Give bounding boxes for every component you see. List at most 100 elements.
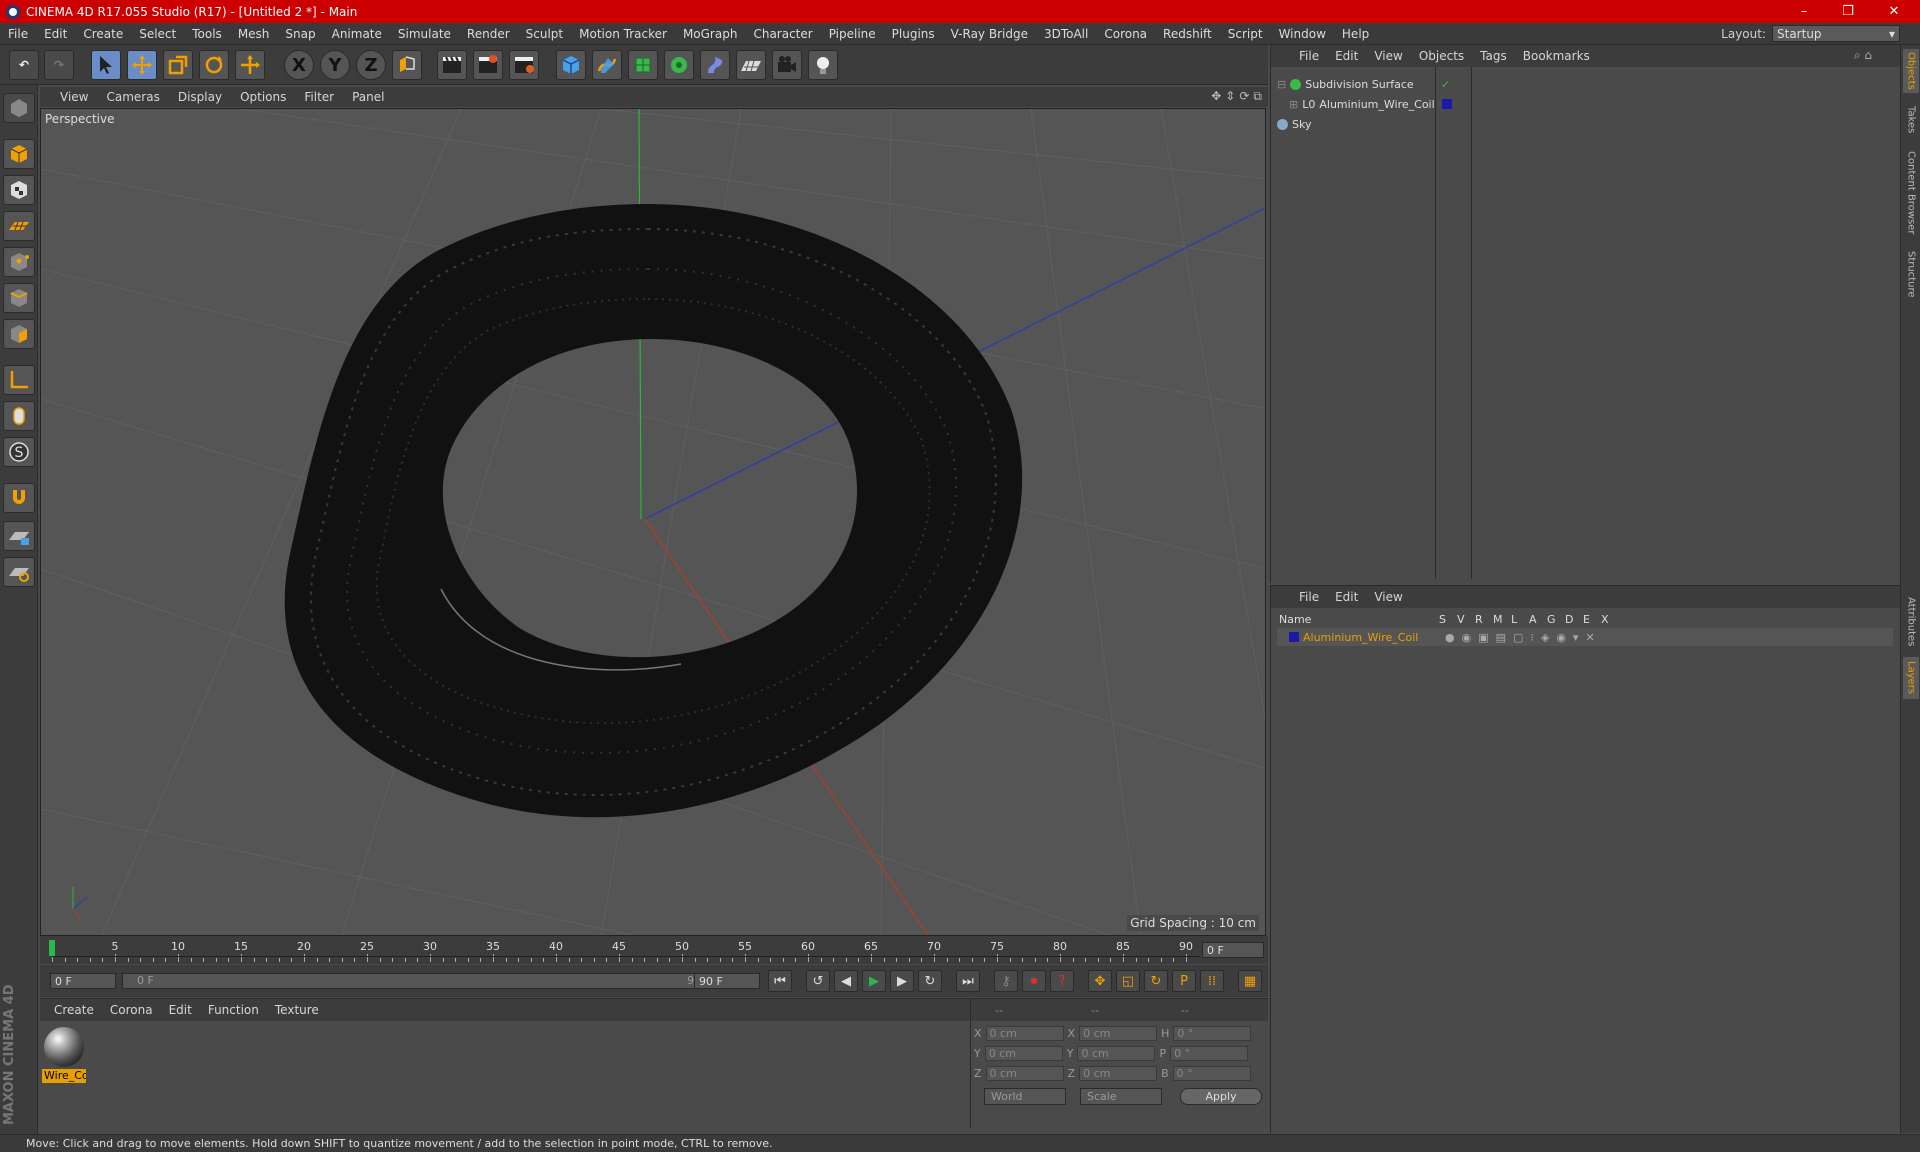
material-menu-function[interactable]: Function — [200, 1003, 267, 1017]
viewport-menu-options[interactable]: Options — [231, 90, 295, 104]
start-frame-field[interactable]: 0 F — [50, 973, 116, 989]
edges-mode-button[interactable] — [3, 283, 35, 313]
object-row[interactable]: ⊟ Subdivision Surface ✓ — [1277, 75, 1897, 93]
object-menu-file[interactable]: File — [1291, 49, 1327, 63]
play-button[interactable]: ▶ — [862, 970, 886, 992]
material-menu-texture[interactable]: Texture — [267, 1003, 327, 1017]
move-button[interactable] — [127, 50, 157, 80]
layer-color-swatch[interactable] — [1289, 632, 1299, 642]
menu-motion-tracker[interactable]: Motion Tracker — [571, 27, 675, 41]
layer-menu-view[interactable]: View — [1366, 590, 1410, 604]
go-to-end-button[interactable]: ⏭ — [956, 970, 980, 992]
tab-takes[interactable]: Takes — [1903, 103, 1919, 137]
menu-corona[interactable]: Corona — [1096, 27, 1155, 41]
next-frame-button[interactable]: ▶ — [890, 970, 914, 992]
menu-window[interactable]: Window — [1271, 27, 1334, 41]
orbit-icon[interactable]: ⟳ — [1239, 89, 1249, 104]
rotation-p-field[interactable]: 0 ° — [1170, 1045, 1249, 1061]
redo-button[interactable]: ↷ — [44, 50, 74, 80]
menu-render[interactable]: Render — [459, 27, 518, 41]
add-light-button[interactable] — [808, 50, 838, 80]
previous-key-button[interactable]: ↺ — [806, 970, 830, 992]
material-menu-create[interactable]: Create — [46, 1003, 102, 1017]
record-scale-button[interactable]: ◱ — [1116, 970, 1140, 992]
add-subdivision-button[interactable] — [628, 50, 658, 80]
3d-viewport[interactable]: Perspective Grid Spacing : 10 cm — [40, 108, 1266, 936]
workplane-mode-button[interactable] — [3, 211, 35, 241]
record-parameter-button[interactable]: P — [1172, 970, 1196, 992]
object-menu-tags[interactable]: Tags — [1472, 49, 1515, 63]
texture-mode-button[interactable] — [3, 175, 35, 205]
autokey-button[interactable]: ? — [1050, 970, 1074, 992]
render-picture-viewer-button[interactable] — [473, 50, 503, 80]
menu-mograph[interactable]: MoGraph — [675, 27, 746, 41]
rotation-h-field[interactable]: 0 ° — [1173, 1025, 1252, 1041]
scale-button[interactable] — [163, 50, 193, 80]
tweak-mode-button[interactable] — [3, 401, 35, 431]
tab-layers[interactable]: Layers — [1903, 657, 1919, 699]
tab-structure[interactable]: Structure — [1903, 245, 1919, 303]
object-menu-bookmarks[interactable]: Bookmarks — [1515, 49, 1598, 63]
material-menu-corona[interactable]: Corona — [102, 1003, 161, 1017]
workplane-axis-button[interactable] — [3, 557, 35, 587]
size-x-field[interactable]: 0 cm — [1079, 1025, 1158, 1041]
minimize-button[interactable]: – — [1782, 0, 1826, 23]
magnet-button[interactable] — [3, 483, 35, 513]
add-cube-button[interactable] — [556, 50, 586, 80]
polygons-mode-button[interactable] — [3, 319, 35, 349]
add-spline-button[interactable] — [592, 50, 622, 80]
add-mograph-button[interactable] — [664, 50, 694, 80]
object-row[interactable]: Sky — [1277, 115, 1897, 133]
size-y-field[interactable]: 0 cm — [1077, 1045, 1156, 1061]
enabled-check-icon[interactable]: ✓ — [1441, 78, 1450, 91]
end-frame-field[interactable]: 90 F — [694, 973, 760, 989]
menu-redshift[interactable]: Redshift — [1155, 27, 1220, 41]
record-button[interactable]: ⏺ — [1022, 970, 1046, 992]
menu-plugins[interactable]: Plugins — [884, 27, 943, 41]
restore-button[interactable]: ❐ — [1826, 0, 1870, 23]
previous-frame-button[interactable]: ◀ — [834, 970, 858, 992]
viewport-menu-display[interactable]: Display — [169, 90, 231, 104]
menu-animate[interactable]: Animate — [324, 27, 390, 41]
points-mode-button[interactable] — [3, 247, 35, 277]
menu-pipeline[interactable]: Pipeline — [821, 27, 884, 41]
rotate-button[interactable] — [199, 50, 229, 80]
menu-character[interactable]: Character — [745, 27, 820, 41]
undo-button[interactable]: ↶ — [9, 50, 39, 80]
menu-file[interactable]: File — [0, 27, 36, 41]
timeline-window-button[interactable]: ▦ — [1238, 970, 1262, 992]
viewport-menu-cameras[interactable]: Cameras — [97, 90, 168, 104]
position-x-field[interactable]: 0 cm — [985, 1025, 1064, 1041]
add-deformer-button[interactable] — [700, 50, 730, 80]
snap-button[interactable]: S — [3, 437, 35, 467]
object-menu-objects[interactable]: Objects — [1411, 49, 1472, 63]
menu-tools[interactable]: Tools — [184, 27, 230, 41]
axis-mode-button[interactable] — [3, 365, 35, 395]
record-pla-button[interactable]: ⁞⁞ — [1200, 970, 1224, 992]
tab-content-browser[interactable]: Content Browser — [1903, 145, 1919, 241]
transform-button[interactable] — [235, 50, 265, 80]
rotation-b-field[interactable]: 0 ° — [1172, 1065, 1251, 1081]
record-position-button[interactable]: ✥ — [1088, 970, 1112, 992]
x-axis-lock-button[interactable]: X — [284, 50, 314, 80]
layer-color-swatch[interactable] — [1442, 99, 1452, 109]
render-view-button[interactable] — [437, 50, 467, 80]
menu-mesh[interactable]: Mesh — [230, 27, 278, 41]
menu-simulate[interactable]: Simulate — [390, 27, 459, 41]
coordinate-space-dropdown[interactable]: World — [984, 1088, 1066, 1105]
lock-workplane-button[interactable] — [3, 521, 35, 551]
maximize-icon[interactable]: ⧉ — [1253, 89, 1262, 104]
current-frame-field[interactable]: 0 F — [1202, 942, 1264, 958]
viewport-menu-view[interactable]: View — [40, 90, 97, 104]
material-menu-edit[interactable]: Edit — [161, 1003, 200, 1017]
timeline-ruler[interactable]: 0 5 10 15 20 25 30 35 40 45 50 55 60 65 … — [40, 936, 1268, 964]
tab-attributes[interactable]: Attributes — [1903, 591, 1919, 653]
go-to-start-button[interactable]: ⏮ — [768, 970, 792, 992]
next-key-button[interactable]: ↻ — [918, 970, 942, 992]
menu-help[interactable]: Help — [1334, 27, 1377, 41]
live-selection-button[interactable] — [91, 50, 121, 80]
menu-3dtoall[interactable]: 3DToAll — [1036, 27, 1096, 41]
viewport-menu-panel[interactable]: Panel — [343, 90, 393, 104]
add-floor-button[interactable] — [736, 50, 766, 80]
menu-sculpt[interactable]: Sculpt — [518, 27, 571, 41]
